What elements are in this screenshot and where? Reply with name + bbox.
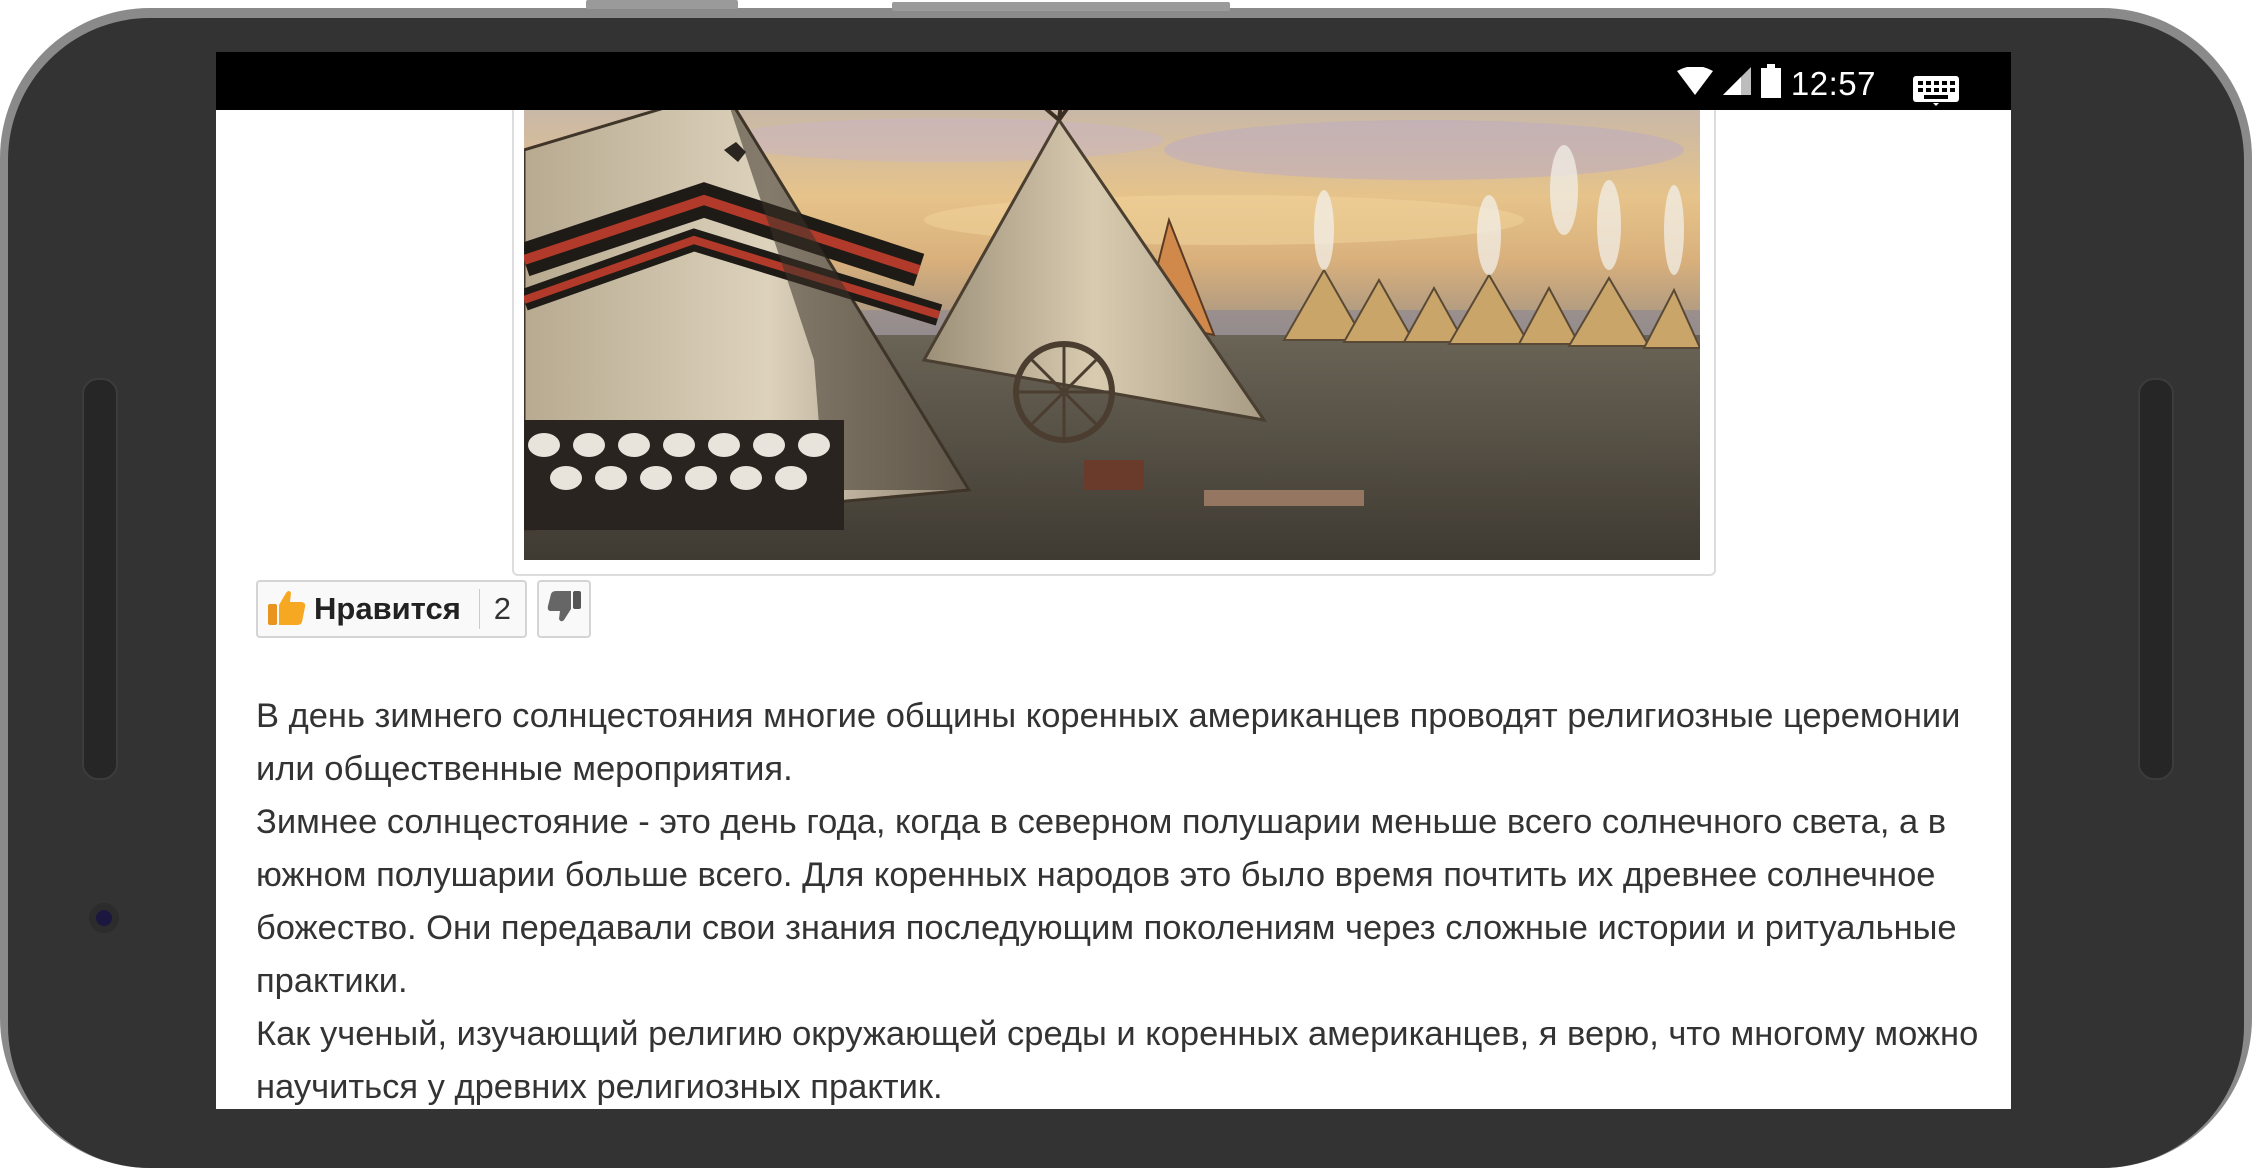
like-count: 2 xyxy=(493,591,512,626)
article-paragraph: В день зимнего солнцестояния многие общи… xyxy=(256,697,1961,788)
article-paragraph: Как ученый, изучающий религию окружающей… xyxy=(256,1015,1979,1106)
wifi-icon xyxy=(1676,66,1713,100)
like-divider xyxy=(478,589,480,629)
battery-icon xyxy=(1760,64,1781,103)
article-body: В день зимнего солнцестояния многие общи… xyxy=(256,690,1996,1109)
like-label: Нравится xyxy=(314,591,461,626)
signal-icon xyxy=(1722,67,1751,100)
status-time: 12:57 xyxy=(1790,64,1876,102)
article-paragraph: Зимнее солнцестояние - это день года, ко… xyxy=(256,803,1957,1000)
left-speaker-slot xyxy=(82,378,118,780)
tipi-camp-image xyxy=(524,110,1700,560)
front-camera xyxy=(89,903,119,933)
dislike-button[interactable] xyxy=(537,580,592,638)
screen: 12:57 Нравится 2 В день зимнего солнцест… xyxy=(216,52,2011,1109)
article-image xyxy=(524,110,1700,560)
power-button xyxy=(892,2,1230,11)
right-speaker-slot xyxy=(2138,378,2174,780)
status-icons: 12:57 xyxy=(1676,64,1876,103)
volume-button xyxy=(586,0,738,9)
status-bar: 12:57 xyxy=(216,52,2011,110)
thumbs-up-icon xyxy=(268,589,306,630)
like-button[interactable]: Нравится 2 xyxy=(256,580,528,638)
keyboard-icon[interactable] xyxy=(1913,76,1959,111)
like-widget: Нравится 2 xyxy=(256,580,592,638)
thumbs-down-icon xyxy=(547,590,582,628)
